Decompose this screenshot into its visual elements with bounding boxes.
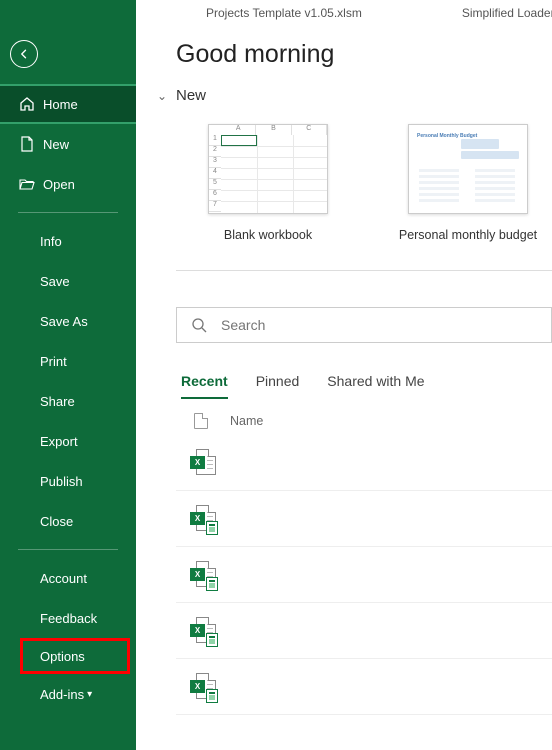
nav-addins[interactable]: Add-ins ▾ [0,674,136,714]
section-divider [176,270,552,271]
arrow-left-icon [18,48,30,60]
file-row[interactable]: X [176,435,552,491]
template-personal-budget[interactable]: Personal Monthly Budget Perso [408,124,528,242]
template-budget-label: Personal monthly budget [399,228,537,242]
new-file-icon [19,136,35,152]
title-bar: Projects Template v1.05.xlsm Simplified … [136,0,552,20]
home-icon [19,96,35,112]
backstage-sidebar: Home New Open Info Save Save As Print Sh… [0,0,136,750]
excel-file-icon: X [190,673,216,701]
file-list-header: Name [194,413,552,429]
main-panel: Projects Template v1.05.xlsm Simplified … [136,0,552,750]
nav-options[interactable]: Options [20,638,130,674]
file-row[interactable]: X [176,659,552,715]
search-icon [191,317,207,333]
nav-new-label: New [43,137,69,152]
nav-info[interactable]: Info [0,221,136,261]
file-row[interactable]: X [176,603,552,659]
nav-home[interactable]: Home [0,84,136,124]
excel-file-icon: X [190,617,216,645]
excel-file-icon: X [190,449,216,477]
nav-new[interactable]: New [0,124,136,164]
folder-open-icon [19,176,35,192]
nav-save[interactable]: Save [0,261,136,301]
templates-row: ABC 1234567 Blank workbook Personal Mont… [136,124,552,242]
nav-publish[interactable]: Publish [0,461,136,501]
chevron-down-icon: ⌄ [154,89,170,103]
file-row[interactable]: X [176,491,552,547]
search-box[interactable] [176,307,552,343]
nav-feedback[interactable]: Feedback [0,598,136,638]
titlebar-file-1: Projects Template v1.05.xlsm [206,6,362,20]
tab-recent[interactable]: Recent [181,373,228,399]
nav-divider-1 [18,212,118,213]
app-root: Home New Open Info Save Save As Print Sh… [0,0,552,750]
nav-open-label: Open [43,177,75,192]
nav-open[interactable]: Open [0,164,136,204]
nav-close[interactable]: Close [0,501,136,541]
file-icon [194,413,208,429]
chevron-down-icon: ▾ [87,689,92,700]
tab-shared[interactable]: Shared with Me [327,373,424,399]
nav-divider-2 [18,549,118,550]
file-list: XXXXX [176,435,552,715]
excel-file-icon: X [190,505,216,533]
section-new-header[interactable]: ⌄ New [154,87,552,104]
nav-account[interactable]: Account [0,558,136,598]
template-blank-workbook[interactable]: ABC 1234567 Blank workbook [208,124,328,242]
nav-home-label: Home [43,97,78,112]
greeting-heading: Good morning [176,40,552,69]
template-blank-label: Blank workbook [224,228,312,242]
template-budget-thumb: Personal Monthly Budget [408,124,528,214]
nav-export[interactable]: Export [0,421,136,461]
tab-pinned[interactable]: Pinned [256,373,300,399]
file-row[interactable]: X [176,547,552,603]
nav-print[interactable]: Print [0,341,136,381]
search-input[interactable] [221,317,551,333]
back-button[interactable] [10,40,38,68]
excel-file-icon: X [190,561,216,589]
column-name: Name [230,414,263,428]
nav-share[interactable]: Share [0,381,136,421]
recent-tabs: Recent Pinned Shared with Me [181,373,552,399]
titlebar-file-2: Simplified Loader [462,6,552,20]
section-new-label: New [176,87,206,104]
nav-saveas[interactable]: Save As [0,301,136,341]
template-blank-thumb: ABC 1234567 [208,124,328,214]
